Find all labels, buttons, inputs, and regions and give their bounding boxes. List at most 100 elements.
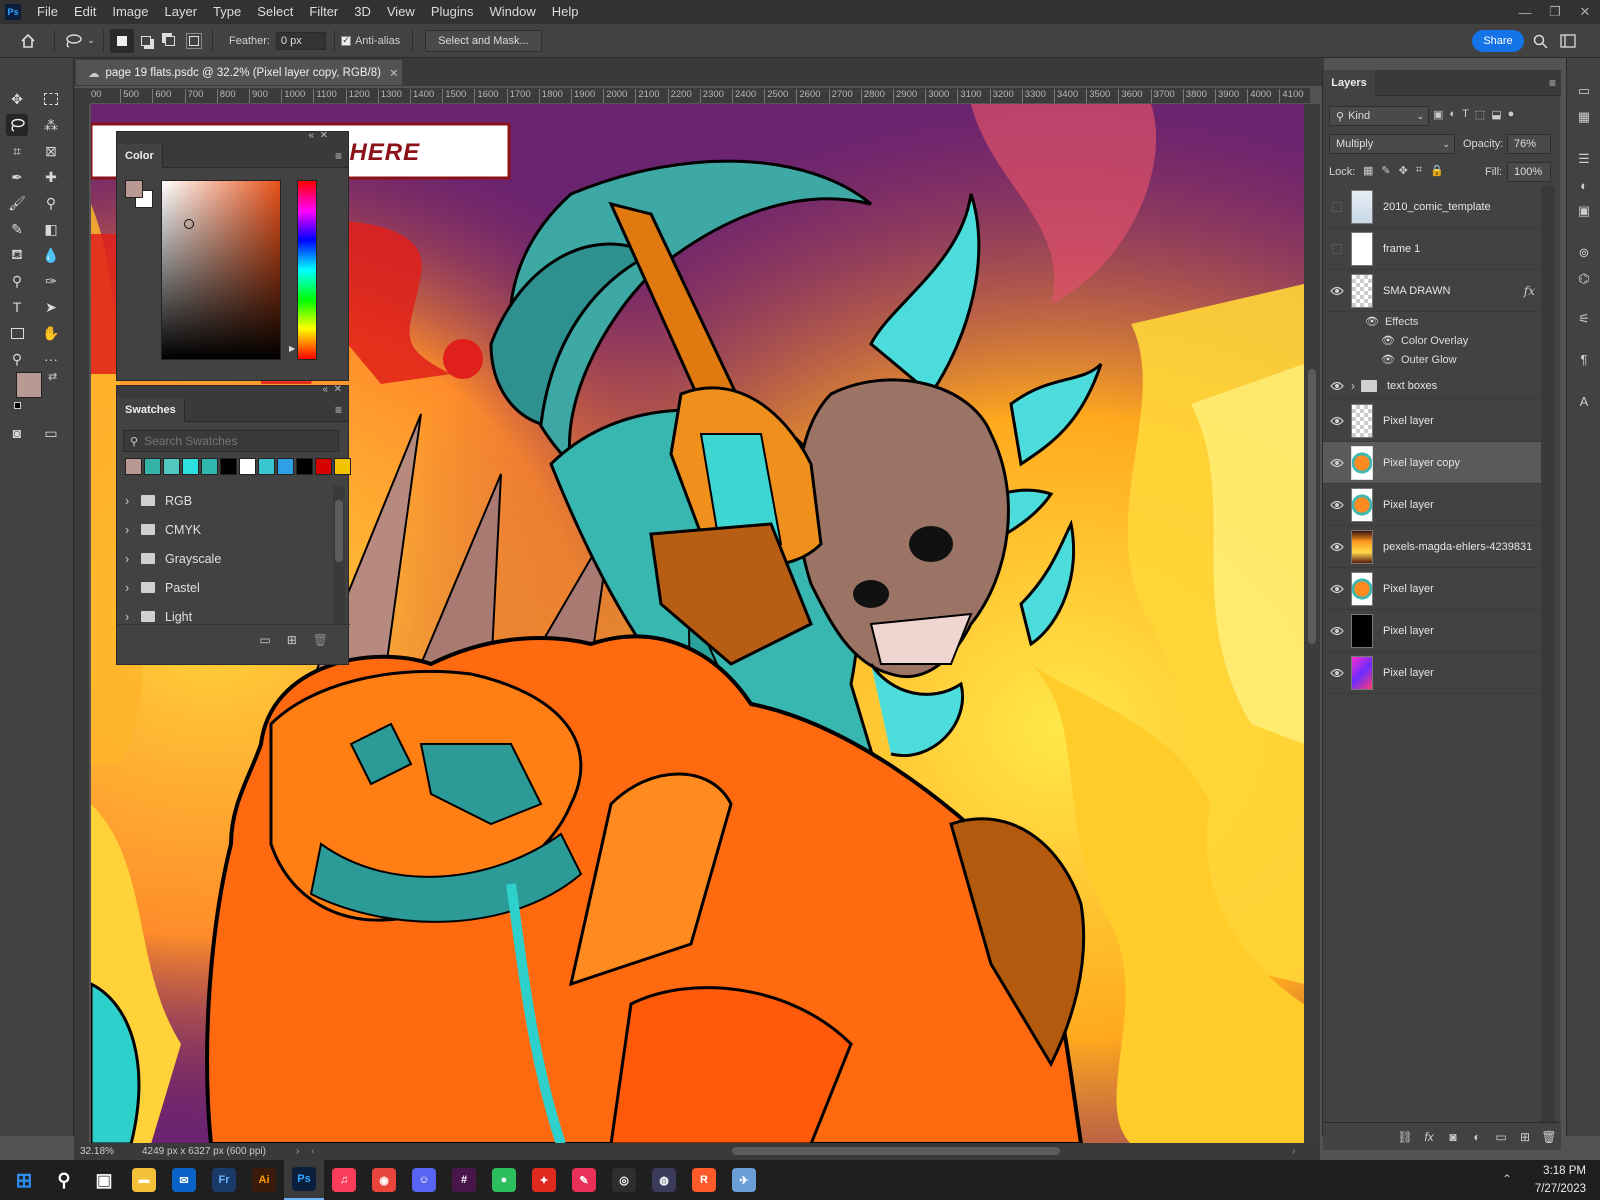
paint-bucket-icon[interactable]: ⛾ (6, 244, 28, 266)
start-taskbar-button[interactable]: ⊞ (4, 1160, 44, 1200)
chevron-right-icon[interactable]: › (1351, 379, 1355, 393)
lock-position-icon[interactable]: ✥ (1399, 164, 1408, 177)
swatch-chip[interactable] (125, 458, 142, 475)
workspace-icon[interactable] (1556, 29, 1580, 53)
eye-hidden-icon[interactable] (1323, 201, 1351, 212)
layer-row[interactable]: SMA DRAWN fx (1323, 270, 1541, 312)
app-bird-taskbar-button[interactable]: ✈ (724, 1160, 764, 1200)
close-panel-icon[interactable]: ✕ (334, 384, 342, 395)
task-view-taskbar-button[interactable]: ▣ (84, 1160, 124, 1200)
type-tool-icon[interactable]: T (6, 296, 28, 318)
menu-plugins[interactable]: Plugins (423, 0, 482, 24)
new-group-icon[interactable]: ▭ (1489, 1130, 1513, 1144)
layer-filter-dropdown[interactable]: ⚲ Kind ⌄ (1329, 106, 1429, 126)
adjustments-icon[interactable]: ☰ (1575, 150, 1593, 168)
swatch-chip[interactable] (277, 458, 294, 475)
antialias-checkbox[interactable]: ✓ (340, 35, 351, 46)
intersect-selection-icon[interactable] (182, 29, 206, 53)
history-brush-icon[interactable]: ✎ (6, 218, 28, 240)
slack-taskbar-button[interactable]: # (444, 1160, 484, 1200)
menu-select[interactable]: Select (249, 0, 301, 24)
character-icon[interactable]: A (1575, 392, 1593, 410)
filter-smart-object-icon[interactable]: ⬓ (1491, 108, 1501, 121)
layer-row[interactable]: Pixel layer (1323, 568, 1541, 610)
color-wheel-icon[interactable]: ⊚ (1575, 244, 1593, 262)
layer-row[interactable]: Pixel layer (1323, 610, 1541, 652)
eye-icon[interactable] (1323, 416, 1351, 426)
color-panel-foreground[interactable] (125, 180, 143, 198)
document-tab[interactable]: ☁ page 19 flats.psdc @ 32.2% (Pixel laye… (76, 60, 402, 85)
clone-stamp-icon[interactable]: ⚲ (40, 192, 62, 214)
select-and-mask-button[interactable]: Select and Mask... (425, 29, 542, 52)
eye-hidden-icon[interactable] (1323, 243, 1351, 254)
layers-tab[interactable]: Layers (1323, 70, 1375, 96)
new-layer-icon[interactable]: ⊞ (1513, 1130, 1537, 1144)
zoom-level[interactable]: 32.18% (80, 1146, 136, 1157)
dodge-tool-icon[interactable]: ⚲ (6, 270, 28, 292)
swap-colors-icon[interactable]: ⇄ (48, 370, 57, 383)
obs-taskbar-button[interactable]: ◎ (604, 1160, 644, 1200)
eye-icon[interactable]: 👁 (1381, 334, 1395, 347)
hand-tool-icon[interactable]: ✋ (40, 322, 62, 344)
eraser-icon[interactable]: ◧ (40, 218, 62, 240)
panel-menu-icon[interactable]: ≡ (1549, 76, 1556, 90)
feather-input[interactable] (275, 31, 326, 50)
app-red-taskbar-button[interactable]: ✦ (524, 1160, 564, 1200)
more-tools-icon[interactable]: ··· (40, 348, 62, 370)
music-taskbar-button[interactable]: ♫ (324, 1160, 364, 1200)
discord-taskbar-button[interactable]: ☺ (404, 1160, 444, 1200)
swatch-chip[interactable] (334, 458, 351, 475)
app-pen-taskbar-button[interactable]: ✎ (564, 1160, 604, 1200)
swatch-search-box[interactable]: ⚲ (123, 430, 339, 452)
libraries-icon[interactable]: ▣ (1575, 202, 1593, 220)
layers-scrollbar[interactable] (1541, 186, 1555, 1136)
hue-slider[interactable] (297, 180, 317, 360)
healing-brush-icon[interactable]: ✚ (40, 166, 62, 188)
swatch-folder-cmyk[interactable]: › CMYK (117, 515, 335, 544)
brush-tool-icon[interactable]: 🖌 (6, 192, 28, 214)
swatch-chip[interactable] (239, 458, 256, 475)
crop-tool-icon[interactable]: ⌗ (6, 140, 28, 162)
menu-layer[interactable]: Layer (157, 0, 206, 24)
color-tab[interactable]: Color (117, 143, 163, 168)
tool-preset-chevron-icon[interactable]: ⌄ (85, 29, 97, 53)
pen-tool-icon[interactable]: ✑ (40, 270, 62, 292)
swatch-chip[interactable] (220, 458, 237, 475)
opacity-input[interactable]: 76% (1507, 134, 1551, 154)
link-layers-icon[interactable]: ⛓ (1393, 1130, 1417, 1144)
chrome-taskbar-button[interactable]: ◉ (364, 1160, 404, 1200)
chevron-right-icon[interactable]: › (125, 494, 137, 508)
eye-icon[interactable] (1323, 668, 1351, 678)
panel-menu-icon[interactable]: ≡ (335, 403, 342, 417)
layer-style-icon[interactable]: fx (1417, 1130, 1441, 1144)
panel-menu-icon[interactable]: ≡ (335, 149, 342, 163)
eye-icon[interactable]: 👁 (1381, 353, 1395, 366)
history-icon[interactable]: ▭ (1575, 82, 1593, 100)
system-clock[interactable]: 3:18 PM 7/27/2023 (1535, 1162, 1586, 1198)
menu-image[interactable]: Image (104, 0, 156, 24)
move-tool-icon[interactable]: ✥ (6, 88, 28, 110)
eye-icon[interactable] (1323, 381, 1351, 391)
layer-row[interactable]: › text boxes (1323, 373, 1541, 399)
layer-effects-icon[interactable]: fx (1524, 284, 1535, 298)
effects-row[interactable]: 👁 Effects (1323, 312, 1541, 331)
horizontal-scrollbar-thumb[interactable] (732, 1147, 1060, 1155)
chevron-right-icon[interactable]: › (125, 610, 137, 624)
brushes-icon[interactable]: ⚟ (1575, 310, 1593, 328)
scroll-right-icon[interactable]: › (1292, 1146, 1295, 1157)
swatch-folder-rgb[interactable]: › RGB (117, 486, 335, 515)
new-folder-icon[interactable]: ▭ (259, 633, 270, 647)
swatches-tab[interactable]: Swatches (117, 397, 185, 422)
menu-edit[interactable]: Edit (66, 0, 104, 24)
blend-mode-dropdown[interactable]: Multiply ⌄ (1329, 134, 1455, 154)
swatch-search-input[interactable] (144, 434, 325, 448)
filter-shape-icon[interactable]: ⬚ (1475, 108, 1485, 121)
path-selection-icon[interactable]: ➤ (40, 296, 62, 318)
app-orange-taskbar-button[interactable]: R (684, 1160, 724, 1200)
restore-icon[interactable]: ❐ (1540, 0, 1570, 24)
close-icon[interactable]: ✕ (1570, 0, 1600, 24)
delete-layer-icon[interactable]: 🗑 (1537, 1130, 1561, 1144)
chevron-right-icon[interactable]: › (125, 523, 137, 537)
collapse-panel-icon[interactable]: « (322, 384, 328, 395)
swatch-folder-pastel[interactable]: › Pastel (117, 573, 335, 602)
